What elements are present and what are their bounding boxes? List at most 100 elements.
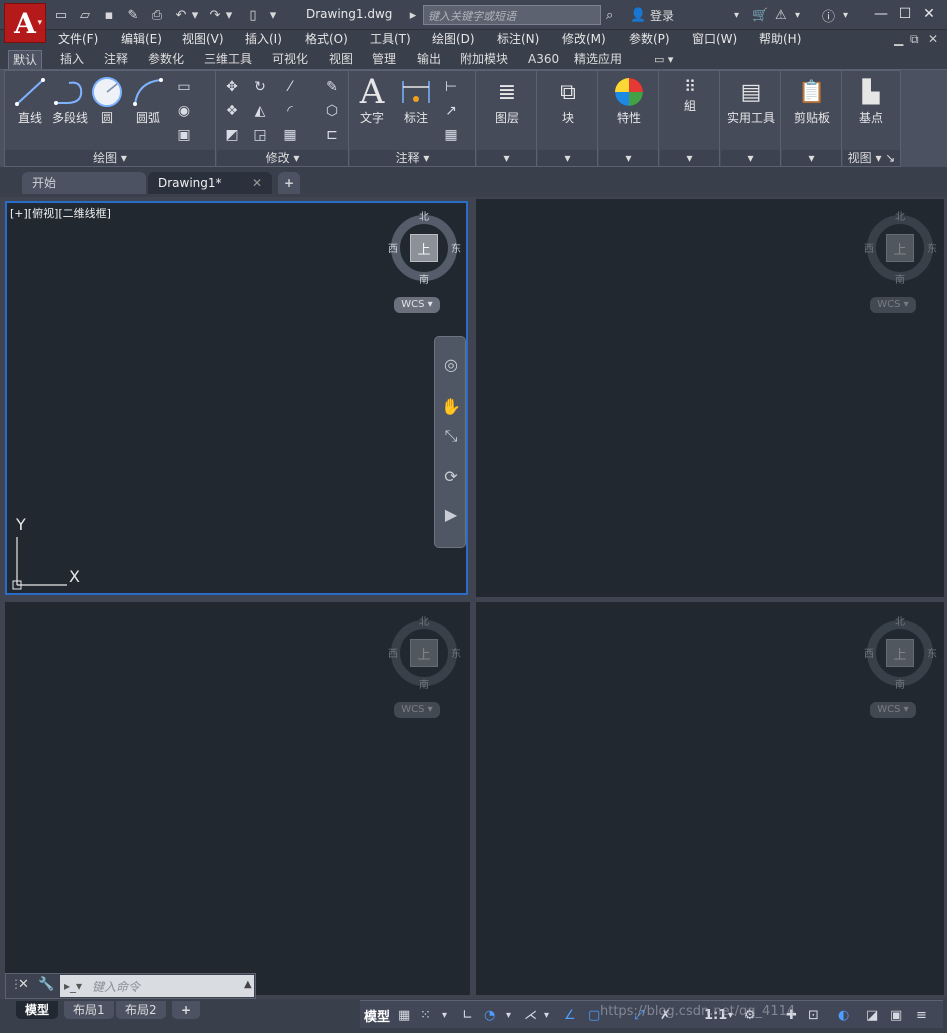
wcs-menu-button[interactable]: WCS ▾ — [394, 297, 440, 313]
units-icon[interactable]: ⊡ — [808, 1006, 819, 1024]
table-icon[interactable]: ▦ — [440, 125, 462, 145]
rotate-icon[interactable]: ↻ — [249, 77, 271, 97]
compass-west[interactable]: 西 — [388, 645, 398, 660]
text-button[interactable]: A 文字 — [352, 72, 392, 126]
wcs-menu-button[interactable]: WCS ▾ — [870, 297, 916, 313]
layers-button[interactable]: ≣ 图层 — [484, 75, 530, 126]
maximize-icon[interactable]: ☐ — [894, 4, 916, 24]
layers-dropdown-icon[interactable]: ▾ — [477, 150, 536, 166]
command-close-icon[interactable]: ✕ — [18, 977, 29, 992]
compass-east[interactable]: 东 — [927, 645, 937, 660]
workspace-icon[interactable]: ▯ — [244, 6, 262, 24]
command-customize-icon[interactable]: 🔧 — [38, 977, 54, 992]
properties-button[interactable]: 特性 — [606, 75, 652, 126]
menu-format[interactable]: 格式(O) — [305, 30, 348, 48]
tab-close-icon[interactable]: ✕ — [252, 172, 262, 194]
boundary-icon[interactable]: ▣ — [173, 125, 195, 145]
tab-featured-apps[interactable]: 精选应用 — [570, 50, 626, 69]
model-space-button[interactable]: 模型 — [364, 1006, 390, 1025]
isodraft-icon[interactable]: ⋌ — [524, 1006, 537, 1024]
stretch-icon[interactable]: ◩ — [221, 125, 243, 145]
groups-button[interactable]: ⠿ 組 — [667, 75, 713, 114]
leader-icon[interactable]: ↗ — [440, 101, 462, 121]
utilities-panel[interactable]: ▤ 实用工具 ▾ — [721, 71, 781, 166]
modify-panel-title[interactable]: 修改 ▾ — [217, 150, 348, 166]
ortho-icon[interactable]: ∟ — [462, 1006, 473, 1024]
compass-south[interactable]: 南 — [895, 271, 905, 286]
viewport-bottom-right[interactable]: 上 北 南 西 东 WCS ▾ — [476, 602, 944, 995]
trim-icon[interactable]: ⁄ — [279, 77, 301, 97]
viewport-bottom-left[interactable]: 上 北 南 西 东 WCS ▾ — [5, 602, 470, 995]
tab-drawing1[interactable]: Drawing1* ✕ — [148, 172, 272, 194]
command-prompt-icon[interactable]: ▸_▾ — [64, 979, 82, 993]
new-layout-icon[interactable]: + — [172, 1001, 201, 1019]
login-link[interactable]: 登录 — [650, 6, 674, 24]
viewcube-top-face[interactable]: 上 — [886, 234, 914, 262]
viewport-controls-label[interactable]: [+][俯视][二维线框] — [10, 205, 111, 221]
save-icon[interactable]: ▪ — [100, 6, 118, 24]
explode-icon[interactable]: ⬡ — [321, 101, 343, 121]
login-dropdown-icon[interactable]: ▾ — [734, 6, 739, 24]
menu-draw[interactable]: 绘图(D) — [432, 30, 475, 48]
doc-restore-icon[interactable]: ⧉ — [910, 30, 919, 48]
tab-3d-tools[interactable]: 三维工具 — [200, 50, 256, 69]
services-dropdown-icon[interactable]: ▾ — [795, 6, 800, 24]
clipboard-dropdown-icon[interactable]: ▾ — [782, 150, 841, 166]
compass-south[interactable]: 南 — [419, 271, 429, 286]
tab-start[interactable]: 开始 — [22, 172, 146, 194]
customize-quick-access-icon[interactable]: ▾ — [264, 6, 282, 24]
tab-insert[interactable]: 插入 — [56, 50, 88, 69]
compass-north[interactable]: 北 — [895, 208, 905, 223]
draw-panel-title[interactable]: 绘图 ▾ — [5, 150, 215, 166]
snap-dropdown-icon[interactable]: ▾ — [442, 1006, 447, 1024]
compass-east[interactable]: 东 — [927, 240, 937, 255]
polar-dropdown-icon[interactable]: ▾ — [506, 1006, 511, 1024]
menu-view[interactable]: 视图(V) — [182, 30, 224, 48]
menu-window[interactable]: 窗口(W) — [692, 30, 737, 48]
groups-dropdown-icon[interactable]: ▾ — [660, 150, 719, 166]
compass-west[interactable]: 西 — [864, 240, 874, 255]
steering-wheel-icon[interactable]: ◎ — [440, 353, 462, 375]
command-input[interactable]: 键入命令 — [60, 975, 254, 997]
compass-south[interactable]: 南 — [419, 676, 429, 691]
annotation-panel-title[interactable]: 注释 ▾ — [350, 150, 475, 166]
grid-icon[interactable]: ▦ — [398, 1006, 410, 1024]
erase-icon[interactable]: ✎ — [321, 77, 343, 97]
tab-default[interactable]: 默认 — [8, 50, 43, 69]
zoom-extents-icon[interactable]: ⤡ — [440, 425, 462, 447]
tab-manage[interactable]: 管理 — [368, 50, 400, 69]
undo-icon[interactable]: ↶ — [172, 6, 190, 24]
tab-visualize[interactable]: 可视化 — [268, 50, 312, 69]
menu-parameter[interactable]: 参数(P) — [629, 30, 670, 48]
wcs-menu-button[interactable]: WCS ▾ — [394, 702, 440, 718]
compass-north[interactable]: 北 — [895, 613, 905, 628]
object-snap-tracking-icon[interactable]: ∠ — [564, 1006, 576, 1024]
tab-view[interactable]: 视图 — [325, 50, 357, 69]
compass-north[interactable]: 北 — [419, 208, 429, 223]
menu-edit[interactable]: 编辑(E) — [121, 30, 162, 48]
layers-panel[interactable]: ≣ 图层 ▾ — [477, 71, 537, 166]
ribbon-minimize-icon[interactable]: ▭ ▾ — [650, 50, 677, 69]
title-expand-icon[interactable]: ▸ — [408, 6, 418, 24]
viewcube-top-face[interactable]: 上 — [410, 639, 438, 667]
scale-icon[interactable]: ◲ — [249, 125, 271, 145]
tab-annotate[interactable]: 注释 — [100, 50, 132, 69]
binoculars-icon[interactable]: ⌕ — [606, 6, 613, 24]
linear-dimension-icon[interactable]: ⊢ — [440, 77, 462, 97]
mirror-icon[interactable]: ◭ — [249, 101, 271, 121]
rectangle-icon[interactable]: ▭ — [173, 77, 195, 97]
save-as-icon[interactable]: ✎ — [124, 6, 142, 24]
clipboard-button[interactable]: 📋 剪贴板 — [787, 75, 837, 126]
menu-file[interactable]: 文件(F) — [58, 30, 98, 48]
array-icon[interactable]: ▦ — [279, 125, 301, 145]
menu-tools[interactable]: 工具(T) — [370, 30, 411, 48]
viewcube[interactable]: 上 北 南 西 东 WCS ▾ — [861, 610, 941, 718]
orbit-icon[interactable]: ⟳ — [440, 465, 462, 487]
base-view-button[interactable]: ▙ 基点 — [848, 75, 894, 126]
circle-button[interactable]: 圆 — [87, 75, 127, 126]
offset-icon[interactable]: ⊏ — [321, 125, 343, 145]
snap-icon[interactable]: ⁙ — [420, 1006, 431, 1024]
compass-north[interactable]: 北 — [419, 613, 429, 628]
menu-modify[interactable]: 修改(M) — [562, 30, 606, 48]
user-icon[interactable]: 👤 — [630, 6, 646, 24]
